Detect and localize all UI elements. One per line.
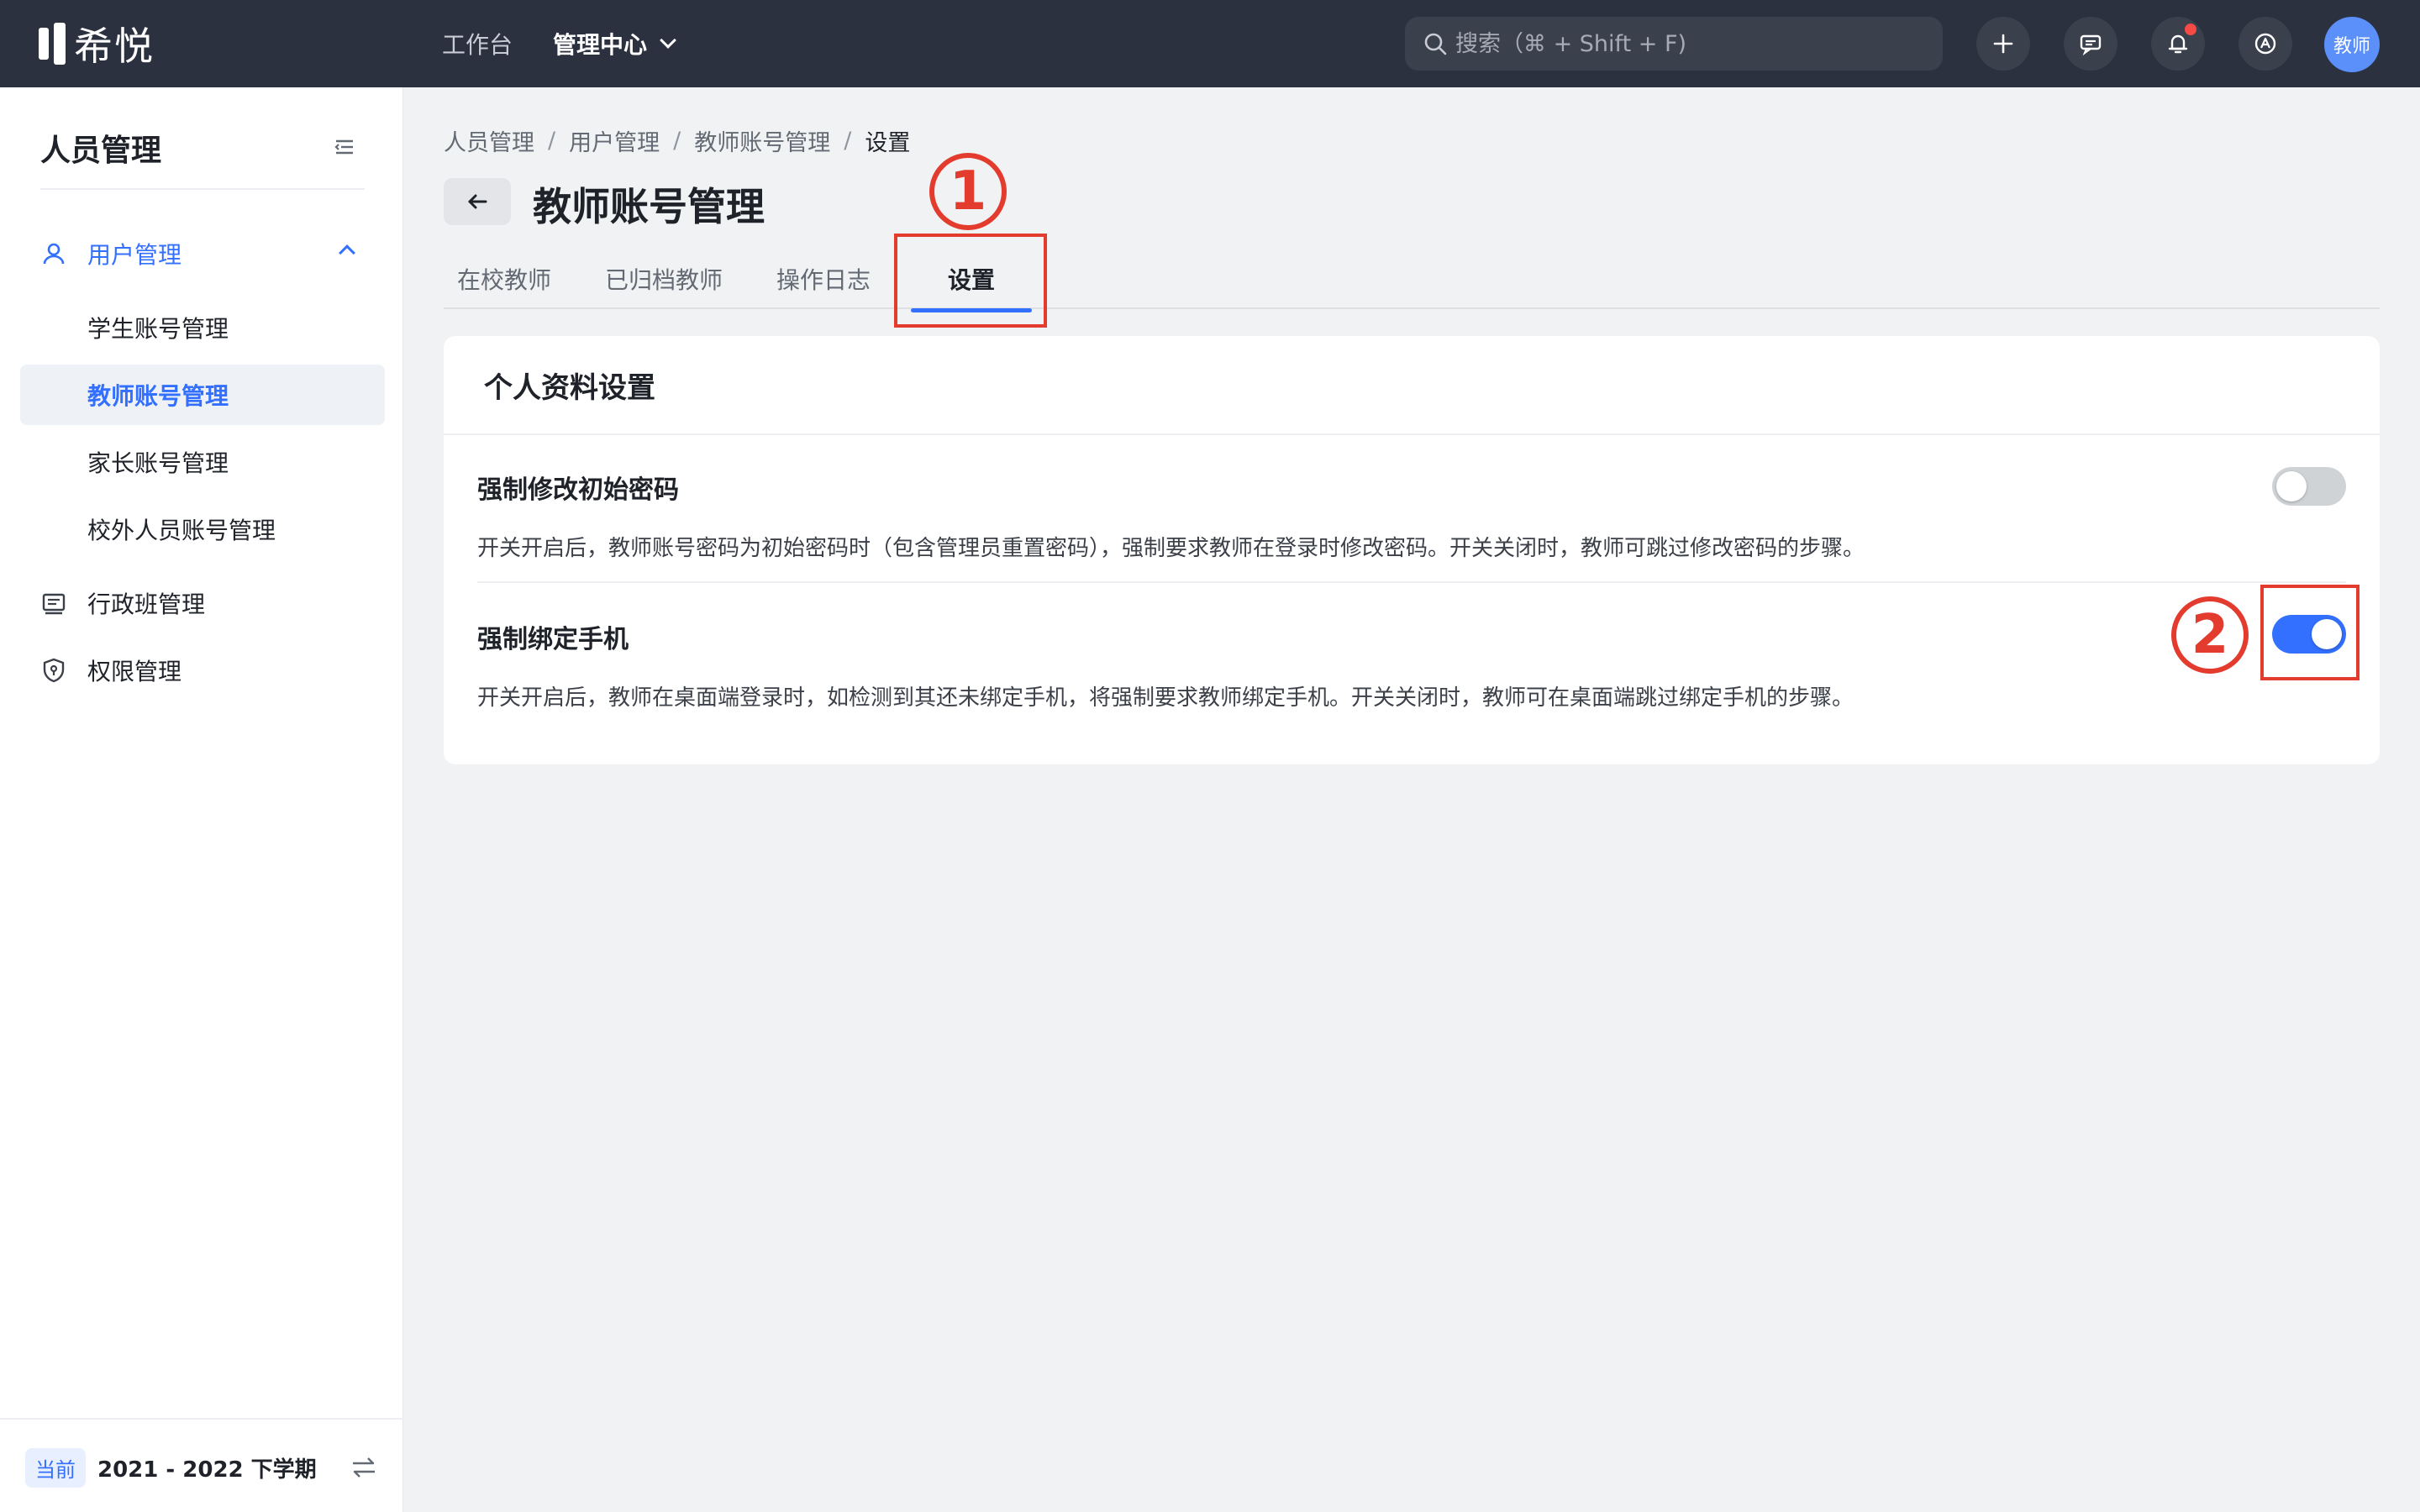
breadcrumb-item[interactable]: 教师账号管理 — [694, 124, 830, 157]
user-icon — [43, 243, 65, 265]
sidebar-group-label: 权限管理 — [87, 658, 182, 685]
arrow-left-icon — [468, 194, 487, 209]
row-divider — [477, 581, 2346, 583]
search-icon — [1424, 33, 1447, 55]
toggle-knob — [2276, 471, 2307, 501]
card-divider — [444, 433, 2380, 435]
annotation-box-1 — [894, 234, 1047, 328]
current-term: 2021 - 2022 下学期 — [97, 1457, 317, 1483]
nav-admin-center[interactable]: 管理中心 — [553, 27, 676, 60]
help-button[interactable] — [2238, 17, 2292, 71]
breadcrumb-separator: / — [673, 128, 681, 154]
annotation-number-2: 2 — [2171, 596, 2249, 674]
messages-button[interactable] — [2064, 17, 2118, 71]
top-nav: 工作台 管理中心 — [442, 0, 676, 87]
sidebar-divider — [40, 188, 365, 190]
breadcrumb: 人员管理 / 用户管理 / 教师账号管理 / 设置 — [444, 124, 910, 157]
app-logo[interactable]: 希悦 — [39, 20, 155, 69]
tab-archived-teachers[interactable]: 已归档教师 — [605, 249, 723, 309]
current-term-badge: 当前 — [25, 1447, 86, 1488]
setting-force-phone-title: 强制绑定手机 — [477, 625, 629, 654]
breadcrumb-item[interactable]: 人员管理 — [444, 124, 534, 157]
force-password-toggle[interactable] — [2272, 467, 2346, 506]
sidebar-item-student-accounts[interactable]: 学生账号管理 — [20, 297, 385, 358]
message-icon — [2080, 34, 2102, 56]
back-button[interactable] — [444, 178, 511, 225]
sidebar: 人员管理 用户管理 学生账号管理 教师账号管理 家长账号管理 校外人员账号管理 … — [0, 87, 403, 1512]
plus-icon — [1993, 34, 2013, 54]
chevron-down-icon — [660, 32, 676, 49]
logo-mark-icon — [39, 23, 66, 65]
switch-term-icon[interactable] — [350, 1453, 378, 1482]
add-button[interactable] — [1976, 17, 2030, 71]
sidebar-group-class-mgmt[interactable]: 行政班管理 — [40, 583, 368, 623]
sidebar-group-label: 行政班管理 — [87, 591, 206, 618]
card-title: 个人资料设置 — [484, 371, 655, 405]
sidebar-item-external-accounts[interactable]: 校外人员账号管理 — [20, 499, 385, 559]
profile-settings-card: 个人资料设置 强制修改初始密码 开关开启后，教师账号密码为初始密码时（包含管理员… — [444, 336, 2380, 764]
breadcrumb-current: 设置 — [865, 130, 911, 156]
nav-admin-center-label: 管理中心 — [553, 31, 648, 59]
nav-workbench[interactable]: 工作台 — [442, 27, 513, 60]
breadcrumb-separator: / — [548, 128, 556, 154]
sidebar-item-parent-accounts[interactable]: 家长账号管理 — [20, 432, 385, 492]
sidebar-title: 人员管理 — [40, 134, 162, 168]
sidebar-group-permission-mgmt[interactable]: 权限管理 — [40, 650, 368, 690]
chevron-up-icon — [339, 244, 355, 261]
logo-text: 希悦 — [74, 24, 155, 69]
term-selector[interactable]: 当前 2021 - 2022 下学期 — [25, 1446, 378, 1488]
avatar[interactable]: 教师 — [2324, 17, 2380, 72]
annotation-number-1: 1 — [929, 153, 1007, 230]
notification-dot — [2185, 24, 2196, 35]
sidebar-footer-divider — [0, 1418, 403, 1420]
setting-force-password-desc: 开关开启后，教师账号密码为初始密码时（包含管理员重置密码），强制要求教师在登录时… — [477, 536, 1865, 561]
sidebar-item-teacher-accounts[interactable]: 教师账号管理 — [20, 365, 385, 425]
breadcrumb-item[interactable]: 用户管理 — [569, 124, 660, 157]
sidebar-group-user-mgmt[interactable]: 用户管理 — [40, 234, 368, 274]
annotation-box-2 — [2260, 585, 2360, 680]
tab-operation-log[interactable]: 操作日志 — [776, 249, 871, 309]
page-title: 教师账号管理 — [533, 184, 765, 229]
setting-force-phone-desc: 开关开启后，教师在桌面端登录时，如检测到其还未绑定手机，将强制要求教师绑定手机。… — [477, 685, 1854, 711]
bell-icon — [2168, 34, 2188, 54]
search-box[interactable] — [1405, 17, 1943, 71]
shield-icon — [43, 658, 65, 683]
tab-bar: 在校教师 已归档教师 操作日志 设置 — [444, 249, 2380, 312]
class-list-icon — [42, 593, 66, 615]
collapse-sidebar-icon[interactable] — [331, 134, 356, 160]
top-bar: 希悦 工作台 管理中心 搜索（⌘ + Shift + F) 教师 — [0, 0, 2420, 87]
tab-active-teachers[interactable]: 在校教师 — [457, 249, 551, 309]
search-input[interactable] — [1455, 30, 1926, 57]
help-icon — [2254, 33, 2276, 55]
setting-force-password-title: 强制修改初始密码 — [477, 475, 679, 505]
breadcrumb-separator: / — [844, 128, 852, 154]
notifications-button[interactable] — [2151, 17, 2205, 71]
sidebar-group-label: 用户管理 — [87, 241, 182, 269]
